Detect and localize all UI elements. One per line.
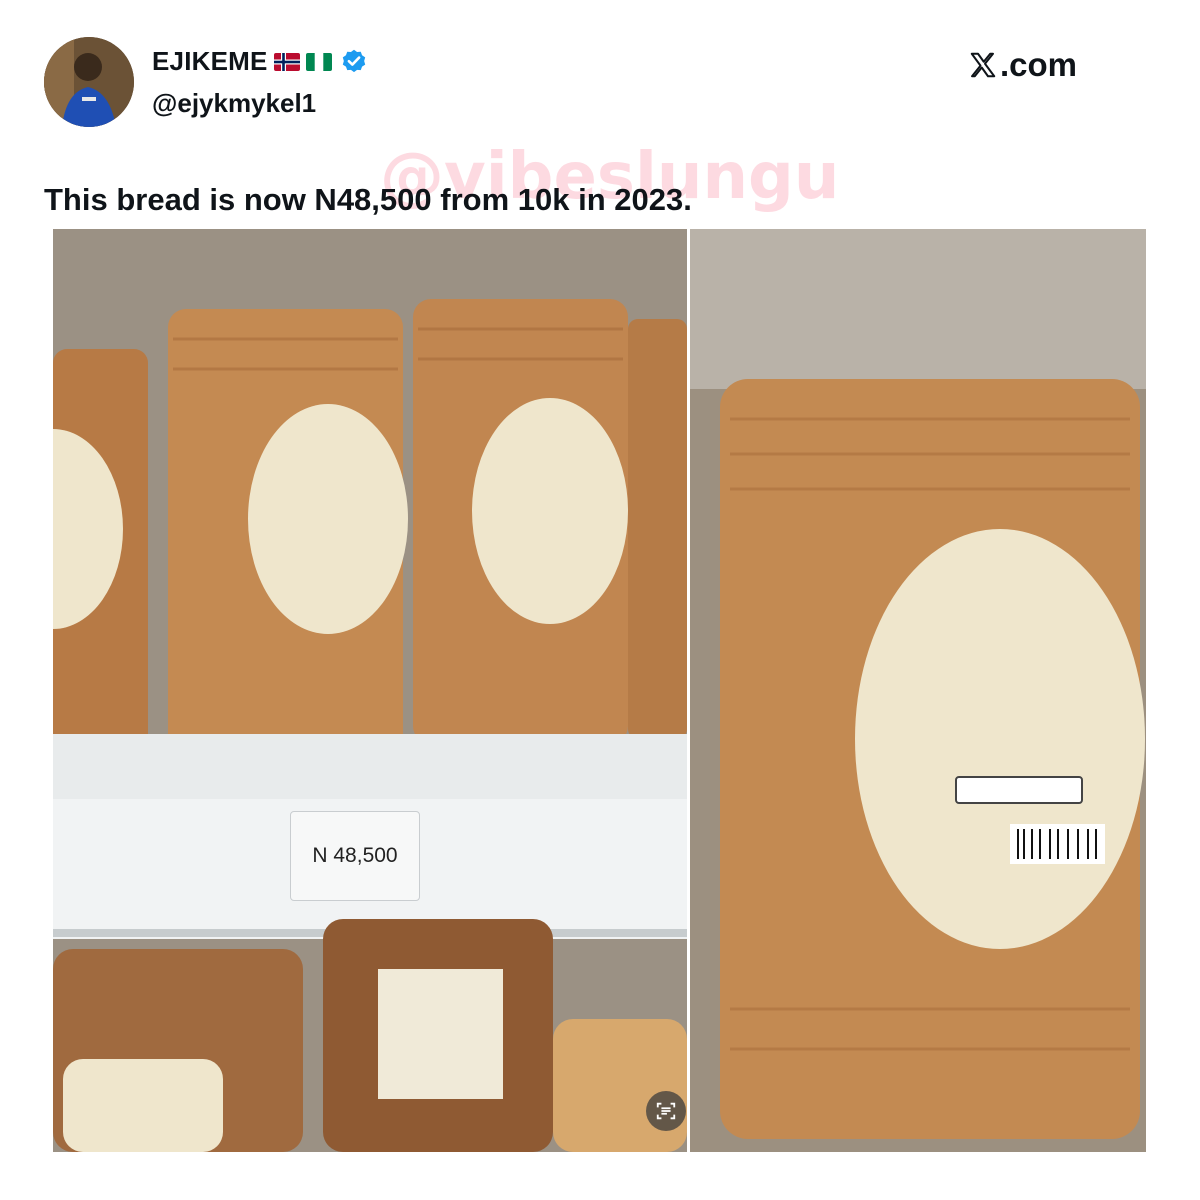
price-value: N 48,500 xyxy=(312,844,398,867)
tweet-text: This bread is now N48,500 from 10k in 20… xyxy=(44,182,692,217)
nigeria-flag-icon xyxy=(305,52,332,71)
verified-badge-icon xyxy=(340,48,368,76)
avatar-image xyxy=(44,37,134,127)
display-name[interactable]: EJIKEME xyxy=(152,46,268,77)
avatar[interactable] xyxy=(44,37,134,127)
x-com-brand[interactable]: .com xyxy=(968,46,1077,84)
text-scan-button[interactable] xyxy=(646,1091,686,1131)
author-handle[interactable]: @ejykmykel1 xyxy=(152,88,316,119)
site-name: .com xyxy=(1000,46,1078,83)
photo-shelf[interactable]: N 48,500 xyxy=(53,229,687,1152)
photo-closeup[interactable] xyxy=(690,229,1146,1152)
closeup-photo-image xyxy=(690,229,1146,1152)
author-name-row: EJIKEME xyxy=(152,46,368,77)
shelf-photo-image xyxy=(53,229,687,1152)
x-logo-icon xyxy=(968,50,998,80)
price-tag: N 48,500 xyxy=(290,811,420,901)
norway-flag-icon xyxy=(273,52,300,71)
text-scan-icon xyxy=(656,1102,676,1120)
